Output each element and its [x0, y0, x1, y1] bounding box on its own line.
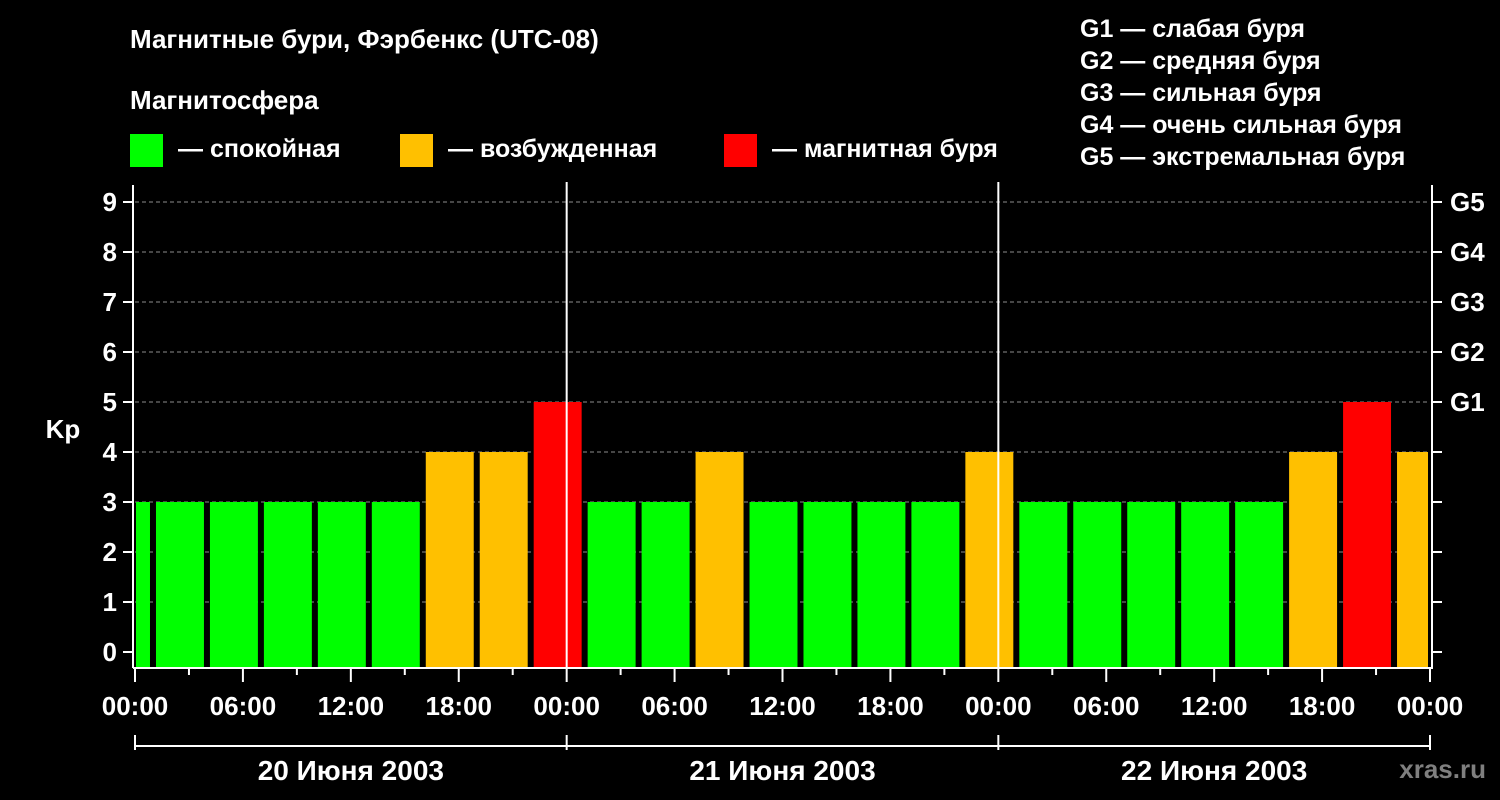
bars-layer	[136, 402, 1428, 667]
kp-bar	[587, 502, 636, 667]
storm-scale-g5: G5 — экстремальная буря	[1080, 143, 1405, 171]
x-tick-label: 06:00	[210, 691, 277, 721]
g-scale-label: G3	[1450, 287, 1485, 317]
y-tick-label: 0	[103, 637, 117, 667]
legend-label-quiet: — спокойная	[178, 135, 341, 163]
storm-scale-g1: G1 — слабая буря	[1080, 15, 1305, 43]
x-tick-label: 00:00	[533, 691, 600, 721]
y-tick-label: 8	[103, 237, 117, 267]
kp-bar	[1343, 402, 1392, 667]
g-scale-label: G5	[1450, 187, 1485, 217]
storm-scale-g4: G4 — очень сильная буря	[1080, 111, 1402, 139]
legend-swatch-active	[400, 134, 433, 167]
kp-bar	[965, 452, 1014, 667]
y-tick-label: 9	[103, 187, 117, 217]
y-tick-label: 3	[103, 487, 117, 517]
kp-bar	[209, 502, 258, 667]
x-tick-label: 12:00	[1181, 691, 1248, 721]
y-tick-label: 2	[103, 537, 117, 567]
g-scale-label: G2	[1450, 337, 1485, 367]
x-tick-label: 18:00	[426, 691, 493, 721]
kp-bar	[695, 452, 744, 667]
g-scale-label: G4	[1450, 237, 1485, 267]
y-tick-label: 1	[103, 587, 117, 617]
kp-bar	[533, 402, 582, 667]
kp-bar	[371, 502, 420, 667]
kp-bar	[1181, 502, 1230, 667]
kp-bar	[1397, 452, 1428, 667]
kp-bar	[317, 502, 366, 667]
y-tick-label: 5	[103, 387, 117, 417]
kp-bar	[857, 502, 906, 667]
kp-bar	[1127, 502, 1176, 667]
watermark: xras.ru	[1399, 754, 1486, 784]
chart-title: Магнитные бури, Фэрбенкс (UTC-08)	[130, 24, 599, 54]
x-tick-label: 12:00	[749, 691, 816, 721]
day-label: 22 Июня 2003	[1121, 755, 1307, 786]
x-tick-label: 00:00	[1397, 691, 1464, 721]
x-tick-label: 06:00	[1073, 691, 1140, 721]
y-axis-label: Kp	[46, 414, 81, 444]
y-tick-label: 7	[103, 287, 117, 317]
legend-swatch-storm	[724, 134, 757, 167]
kp-bar	[1289, 452, 1338, 667]
day-label: 20 Июня 2003	[258, 755, 444, 786]
kp-bar	[1019, 502, 1068, 667]
y-tick-label: 4	[103, 437, 118, 467]
axes-layer: 0 1 2 3 4 5 6 7 8 9 G1 G2 G3 G4 G5 00:00 06:00 12:00 18:00…	[102, 182, 1485, 786]
x-tick-label: 00:00	[102, 691, 169, 721]
x-tick-label: 18:00	[857, 691, 924, 721]
kp-bar	[155, 502, 204, 667]
kp-bar	[263, 502, 312, 667]
storm-scale-g3: G3 — сильная буря	[1080, 79, 1322, 107]
kp-bar	[803, 502, 852, 667]
kp-bar	[479, 452, 528, 667]
legend-label-storm: — магнитная буря	[772, 135, 998, 163]
kp-bar	[1235, 502, 1284, 667]
legend-swatch-quiet	[130, 134, 163, 167]
x-tick-label: 00:00	[965, 691, 1032, 721]
legend-heading: Магнитосфера	[130, 85, 319, 115]
kp-bar	[911, 502, 960, 667]
chart-svg: Магнитные бури, Фэрбенкс (UTC-08) Магнит…	[46, 15, 1486, 786]
y-tick-label: 6	[103, 337, 117, 367]
g-scale-label: G1	[1450, 387, 1485, 417]
storm-scale-g2: G2 — средняя буря	[1080, 47, 1321, 75]
kp-bar	[749, 502, 798, 667]
kp-bar	[641, 502, 690, 667]
x-tick-label: 12:00	[318, 691, 385, 721]
kp-chart: Магнитные бури, Фэрбенкс (UTC-08) Магнит…	[0, 0, 1500, 800]
kp-bar	[1073, 502, 1122, 667]
kp-bar	[136, 502, 150, 667]
day-label: 21 Июня 2003	[689, 755, 875, 786]
kp-bar	[425, 452, 474, 667]
x-tick-label: 06:00	[641, 691, 708, 721]
legend-label-active: — возбужденная	[448, 135, 657, 163]
x-tick-label: 18:00	[1289, 691, 1356, 721]
